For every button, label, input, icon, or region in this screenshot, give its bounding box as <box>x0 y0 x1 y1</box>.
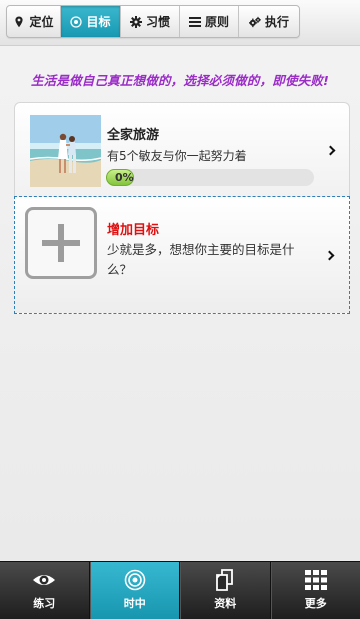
add-goal-subtitle: 少就是多，想想你主要的目标是什么？ <box>107 242 295 277</box>
chevron-right-icon <box>325 145 336 156</box>
goal-thumbnail <box>30 115 101 187</box>
tab-label: 执行 <box>264 15 289 29</box>
nav-timing[interactable]: 时中 <box>89 562 180 619</box>
documents-icon <box>216 569 234 591</box>
goal-progress-fill: 0% <box>106 169 134 186</box>
add-goal-card[interactable]: 增加目标 少就是多，想想你主要的目标是什么？ <box>14 196 350 314</box>
tab-label: 习惯 <box>145 15 170 29</box>
beach-couple-image <box>30 115 101 187</box>
tab-habits[interactable]: 习惯 <box>121 6 180 37</box>
tab-positioning[interactable]: 定位 <box>7 6 61 37</box>
tab-principles[interactable]: 原则 <box>180 6 239 37</box>
tab-goals[interactable]: 目标 <box>61 6 121 37</box>
nav-materials[interactable]: 资料 <box>180 562 271 619</box>
nav-label: 练习 <box>33 597 56 610</box>
goal-subtitle: 有5个敏友与你一起努力着 <box>107 149 247 163</box>
map-pin-icon <box>15 16 24 27</box>
plus-icon <box>25 207 97 279</box>
goal-card[interactable]: 全家旅游 有5个敏友与你一起努力着 0% <box>14 102 350 196</box>
chevron-right-icon <box>324 250 335 261</box>
list-icon <box>188 16 201 27</box>
bottom-nav: 练习 时中 资料 更多 <box>0 561 360 619</box>
tab-label: 目标 <box>86 15 111 29</box>
nav-more[interactable]: 更多 <box>270 562 360 619</box>
tab-label: 原则 <box>204 15 229 29</box>
nav-label: 更多 <box>304 597 327 610</box>
motto-text: 生活是做自己真正想做的，选择必须做的，即使失败! <box>30 73 329 88</box>
gear-icon <box>129 15 142 28</box>
target-circle-icon <box>124 569 146 591</box>
grid-icon <box>304 570 327 590</box>
goal-progress-text: 0% <box>115 171 134 184</box>
goal-title: 全家旅游 <box>107 128 160 143</box>
top-tabs: 定位 目标 习惯 原则 执行 <box>6 5 300 38</box>
top-bar: 定位 目标 习惯 原则 执行 <box>0 0 360 46</box>
tab-execute[interactable]: 执行 <box>239 6 299 37</box>
add-goal-title: 增加目标 <box>107 223 160 238</box>
goal-progress-bar: 0% <box>106 169 314 186</box>
tab-label: 定位 <box>29 15 54 29</box>
nav-label: 时中 <box>123 597 146 610</box>
eye-icon <box>33 575 56 585</box>
nav-practice[interactable]: 练习 <box>0 562 90 619</box>
nav-label: 资料 <box>214 597 237 610</box>
gears-icon <box>248 16 261 27</box>
target-icon <box>70 15 83 28</box>
